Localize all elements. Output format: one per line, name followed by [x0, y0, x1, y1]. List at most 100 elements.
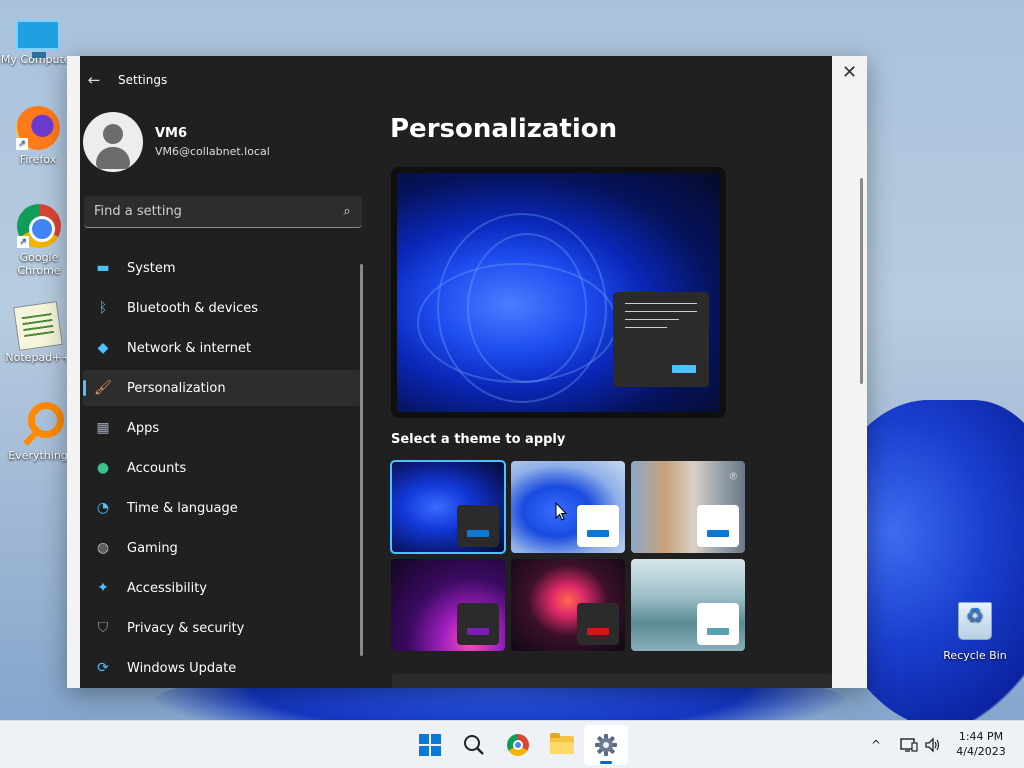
sidebar-item-apps[interactable]: ▦ Apps	[83, 410, 361, 446]
theme-accent-bar	[467, 628, 489, 635]
preview-line	[625, 327, 667, 328]
taskbar-file-explorer-button[interactable]	[540, 725, 584, 765]
sidebar-item-privacy-security[interactable]: ⛉ Privacy & security	[83, 610, 361, 646]
profile-email: VM6@collabnet.local	[155, 145, 270, 158]
sidebar-item-accounts[interactable]: ● Accounts	[83, 450, 361, 486]
accounts-icon: ●	[96, 460, 110, 476]
sidebar-item-label: Gaming	[127, 540, 178, 556]
search-icon[interactable]: ⌕	[332, 204, 362, 219]
gamepad-icon: ◍	[96, 540, 110, 556]
shield-icon: ⛉	[97, 620, 109, 636]
theme-window-swatch	[457, 603, 499, 645]
page-title: Personalization	[390, 114, 618, 144]
back-arrow-icon: ←	[87, 71, 101, 89]
preview-line	[625, 311, 697, 312]
theme-window-swatch	[697, 603, 739, 645]
preview-line	[625, 303, 697, 304]
folder-icon	[550, 733, 574, 754]
everything-search-icon-wrap	[16, 402, 64, 446]
desktop-icon-recycle-bin[interactable]: Recycle Bin	[937, 600, 1013, 662]
profile-name: VM6	[155, 126, 188, 141]
user-profile[interactable]: VM6 VM6@collabnet.local	[83, 112, 270, 172]
desktop-icon-google-chrome[interactable]: ↗ Google Chrome	[2, 204, 76, 277]
taskbar: ^ 1:44 PM 4/4/2023	[0, 720, 1024, 768]
search-input[interactable]	[84, 204, 332, 219]
desktop-icon-my-computer[interactable]: My Computer	[0, 12, 76, 66]
back-button[interactable]: ←	[82, 68, 106, 92]
theme-window-swatch	[577, 505, 619, 547]
clock-date: 4/4/2023	[956, 745, 1006, 758]
content-scrollbar[interactable]	[860, 178, 863, 384]
theme-preview	[391, 167, 726, 418]
preview-accent-button	[672, 365, 696, 373]
monitor-icon	[16, 20, 60, 58]
theme-grid: ⌾	[390, 460, 745, 651]
taskbar-settings-button[interactable]	[584, 725, 628, 765]
taskbar-apps	[408, 721, 628, 768]
close-icon: ✕	[841, 61, 858, 83]
clock-globe-icon: ◔	[96, 500, 110, 516]
search-icon	[464, 735, 484, 755]
theme-window-swatch	[697, 505, 739, 547]
theme-flow[interactable]	[631, 559, 745, 651]
recycle-bin-icon-wrap	[953, 602, 997, 646]
theme-accent-bar	[467, 530, 489, 537]
preview-line	[625, 319, 679, 320]
sidebar-item-label: Windows Update	[127, 660, 237, 676]
settings-card[interactable]	[392, 674, 832, 688]
sidebar-item-label: Privacy & security	[127, 620, 245, 636]
sidebar-item-time-language[interactable]: ◔ Time & language	[83, 490, 361, 526]
desktop-icon-label: Firefox	[19, 153, 57, 166]
sidebar-item-label: Accounts	[127, 460, 187, 476]
title-bar: ← Settings	[80, 68, 168, 92]
bluetooth-icon: ᛒ	[98, 300, 108, 316]
mouse-cursor-icon	[555, 502, 567, 521]
theme-window-swatch	[457, 505, 499, 547]
taskbar-search-button[interactable]	[452, 725, 496, 765]
sidebar-item-system[interactable]: ▬ System	[83, 250, 361, 286]
firefox-icon: ↗	[16, 106, 60, 150]
paintbrush-icon: 🖌	[94, 380, 112, 396]
settings-window: ✕ ← Settings VM6 VM6@collabnet.local ⌕ ▬…	[67, 56, 867, 688]
theme-heading: Select a theme to apply	[391, 432, 566, 447]
windows-start-icon	[419, 734, 441, 756]
volume-icon[interactable]	[924, 737, 942, 753]
window-title: Settings	[118, 73, 168, 87]
settings-body: ← Settings VM6 VM6@collabnet.local ⌕ ▬ Sy…	[80, 56, 832, 688]
theme-captured-motion[interactable]: ⌾	[631, 461, 745, 553]
sidebar-item-personalization[interactable]: 🖌 Personalization	[83, 370, 361, 406]
taskbar-clock[interactable]: 1:44 PM 4/4/2023	[946, 729, 1016, 759]
theme-sunrise[interactable]	[511, 559, 625, 651]
tray-overflow-chevron-icon[interactable]: ^	[868, 738, 884, 752]
theme-accent-bar	[587, 530, 609, 537]
start-button[interactable]	[408, 725, 452, 765]
system-monitor-icon: ▬	[96, 260, 110, 276]
sidebar-item-label: Accessibility	[127, 580, 207, 596]
clock-time: 1:44 PM	[958, 730, 1004, 743]
wifi-icon: ◆	[97, 340, 109, 356]
close-button[interactable]: ✕	[832, 56, 867, 88]
sidebar-item-network-internet[interactable]: ◆ Network & internet	[83, 330, 361, 366]
sidebar-scrollbar[interactable]	[360, 264, 363, 656]
desktop-icon-notepad-plus-plus[interactable]: Notepad++	[0, 301, 76, 364]
gear-icon	[595, 734, 617, 756]
notepad-plus-plus-icon	[13, 301, 63, 351]
avatar	[83, 112, 143, 172]
network-icon[interactable]	[900, 737, 918, 753]
sidebar-item-gaming[interactable]: ◍ Gaming	[83, 530, 361, 566]
sidebar-item-windows-update[interactable]: ⟳ Windows Update	[83, 650, 361, 686]
theme-windows-dark[interactable]	[390, 460, 506, 554]
theme-glow[interactable]	[391, 559, 505, 651]
sidebar-item-label: System	[127, 260, 176, 276]
taskbar-chrome-button[interactable]	[496, 725, 540, 765]
desktop-icon-label: Recycle Bin	[943, 649, 1007, 662]
desktop-icon-everything[interactable]: Everything	[0, 402, 76, 462]
apps-icon: ▦	[96, 420, 110, 436]
preview-window	[613, 292, 709, 387]
sidebar-item-accessibility[interactable]: ✦ Accessibility	[83, 570, 361, 606]
sidebar-item-label: Bluetooth & devices	[127, 300, 258, 316]
sidebar-nav: ▬ System ᛒ Bluetooth & devices ◆ Network & in…	[83, 250, 361, 690]
theme-windows-light[interactable]	[511, 461, 625, 553]
sidebar-item-bluetooth-devices[interactable]: ᛒ Bluetooth & devices	[83, 290, 361, 326]
desktop-icon-firefox[interactable]: ↗ Firefox	[0, 106, 76, 166]
